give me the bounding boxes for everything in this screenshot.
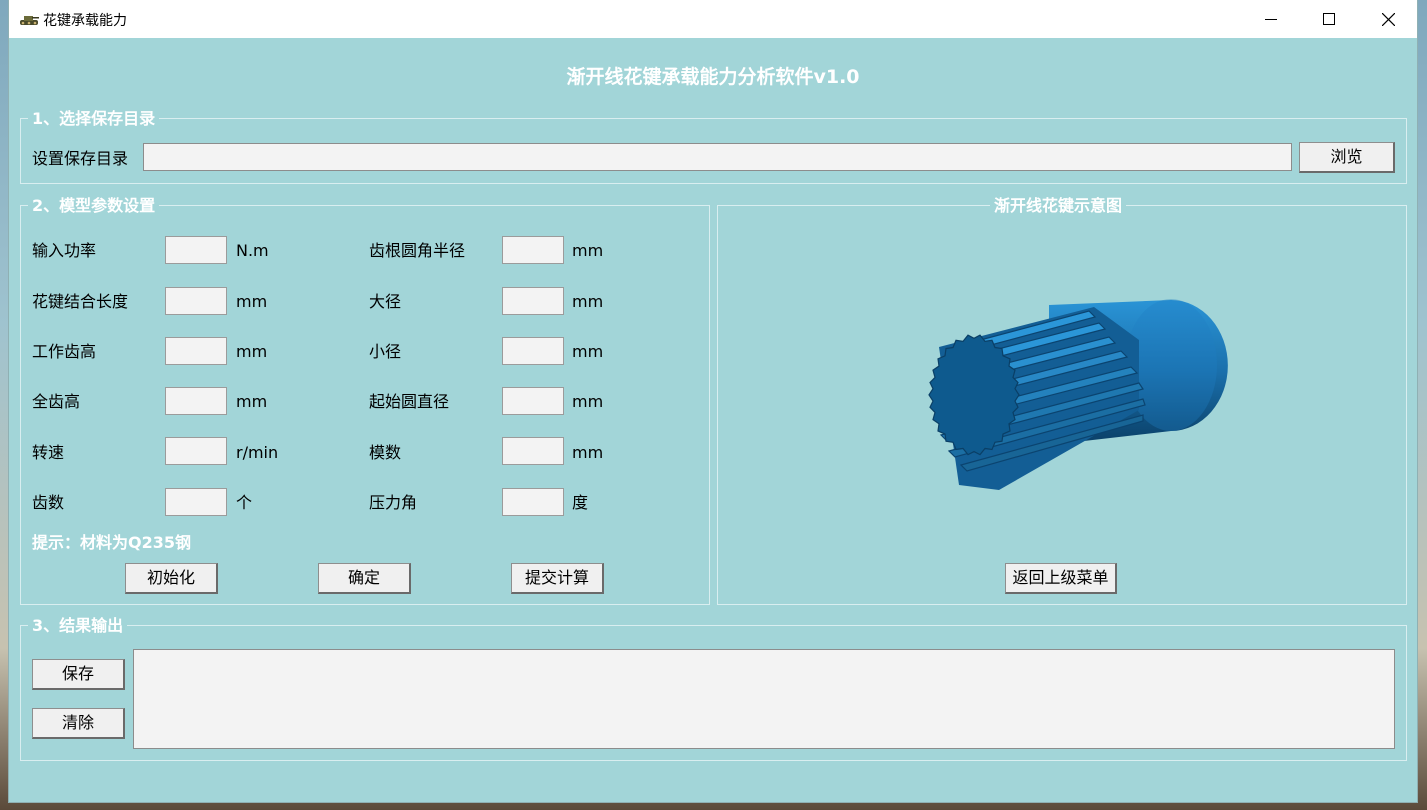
back-menu-button[interactable]: 返回上级菜单 — [1005, 563, 1117, 594]
param-label-length: 花键结合长度 — [32, 292, 129, 311]
param-input-full-height[interactable] — [165, 387, 227, 415]
result-output-area[interactable] — [133, 649, 1395, 749]
clear-button[interactable]: 清除 — [32, 708, 125, 739]
spline-shaft-image — [928, 299, 1228, 490]
param-unit-start-circle: mm — [572, 392, 604, 411]
param-input-module[interactable] — [502, 437, 564, 465]
param-input-start-circle[interactable] — [502, 387, 564, 415]
param-label-speed: 转速 — [32, 443, 65, 462]
save-dir-label: 设置保存目录 — [32, 149, 129, 168]
title-bar: 花键承载能力 — [9, 0, 1417, 38]
param-unit-minor-diameter: mm — [572, 342, 604, 361]
output-group-title: 3、结果输出 — [28, 616, 128, 636]
close-button[interactable] — [1359, 0, 1417, 38]
tank-icon — [20, 16, 39, 25]
param-label-working-height: 工作齿高 — [32, 342, 97, 361]
browse-button[interactable]: 浏览 — [1299, 142, 1395, 173]
param-label-start-circle: 起始圆直径 — [369, 392, 450, 411]
param-input-teeth[interactable] — [165, 488, 227, 516]
app-window: 花键承载能力 渐开线花键承载能力分析软件v1.0 1、选择保存目录 设置保存目录… — [9, 0, 1417, 802]
minimize-button[interactable] — [1242, 0, 1300, 38]
save-button[interactable]: 保存 — [32, 659, 125, 690]
param-input-working-height[interactable] — [165, 337, 227, 365]
param-unit-full-height: mm — [236, 392, 268, 411]
param-input-pressure-angle[interactable] — [502, 488, 564, 516]
param-label-root-fillet: 齿根圆角半径 — [369, 241, 466, 260]
minimize-icon — [1265, 19, 1277, 20]
param-unit-root-fillet: mm — [572, 241, 604, 260]
param-input-power[interactable] — [165, 236, 227, 264]
param-unit-speed: r/min — [236, 443, 279, 462]
confirm-button[interactable]: 确定 — [318, 563, 411, 594]
param-label-major-diameter: 大径 — [369, 292, 402, 311]
maximize-icon — [1323, 13, 1335, 25]
param-unit-working-height: mm — [236, 342, 268, 361]
diagram-group-title: 渐开线花键示意图 — [990, 196, 1127, 216]
param-label-pressure-angle: 压力角 — [369, 493, 418, 512]
window-title: 花键承载能力 — [43, 13, 127, 29]
param-label-minor-diameter: 小径 — [369, 342, 402, 361]
param-input-length[interactable] — [165, 287, 227, 315]
param-label-module: 模数 — [369, 443, 402, 462]
param-unit-power: N.m — [236, 241, 269, 260]
param-unit-length: mm — [236, 292, 268, 311]
material-hint: 提示：材料为Q235钢 — [32, 533, 192, 552]
param-unit-module: mm — [572, 443, 604, 462]
param-input-major-diameter[interactable] — [502, 287, 564, 315]
submit-calc-button[interactable]: 提交计算 — [511, 563, 604, 594]
maximize-button[interactable] — [1300, 0, 1358, 38]
param-label-teeth: 齿数 — [32, 493, 65, 512]
params-group-title: 2、模型参数设置 — [28, 196, 160, 216]
param-input-speed[interactable] — [165, 437, 227, 465]
close-icon — [1381, 12, 1395, 26]
save-dir-input[interactable] — [143, 143, 1292, 171]
param-unit-teeth: 个 — [236, 493, 253, 512]
param-label-power: 输入功率 — [32, 241, 97, 260]
param-label-full-height: 全齿高 — [32, 392, 81, 411]
param-input-root-fillet[interactable] — [502, 236, 564, 264]
page-title: 渐开线花键承载能力分析软件v1.0 — [566, 66, 860, 88]
init-button[interactable]: 初始化 — [125, 563, 218, 594]
param-unit-pressure-angle: 度 — [572, 493, 589, 512]
param-unit-major-diameter: mm — [572, 292, 604, 311]
param-input-minor-diameter[interactable] — [502, 337, 564, 365]
save-dir-group-title: 1、选择保存目录 — [28, 109, 160, 129]
